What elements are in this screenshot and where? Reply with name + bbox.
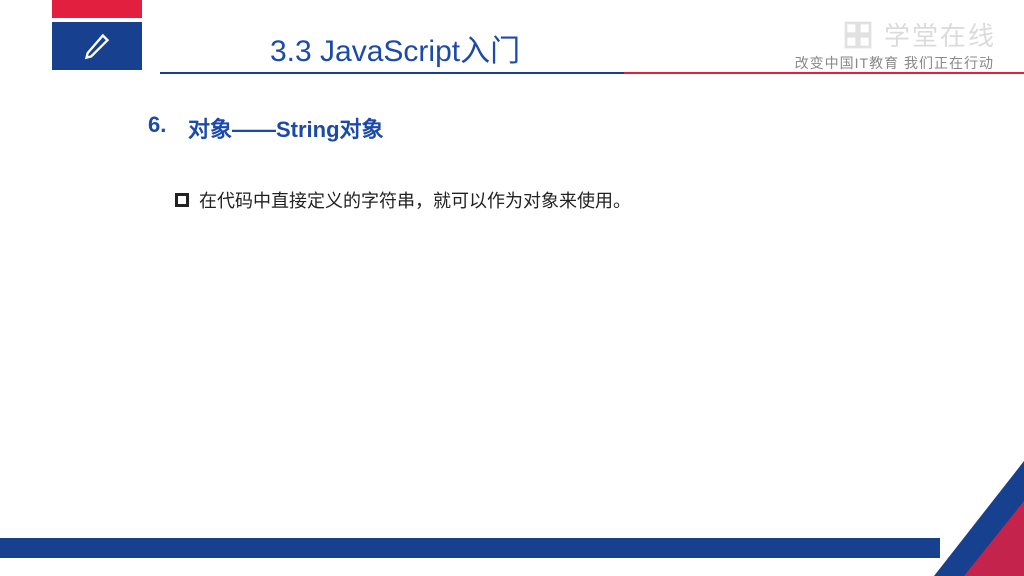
watermark-text: 学堂在线 xyxy=(884,16,996,53)
bullet-row: 在代码中直接定义的字符串，就可以作为对象来使用。 xyxy=(175,187,631,213)
watermark: 学堂在线 xyxy=(842,16,996,53)
page-title: 3.3 JavaScript入门 xyxy=(270,26,520,70)
decor-triangle-pink xyxy=(964,501,1024,576)
bullet-text: 在代码中直接定义的字符串，就可以作为对象来使用。 xyxy=(199,187,631,213)
decor-red-block xyxy=(52,0,142,18)
pencil-icon xyxy=(83,32,111,60)
watermark-icon xyxy=(842,19,874,51)
footer-bar xyxy=(0,538,940,558)
section-title: 对象——String对象 xyxy=(188,112,384,144)
pencil-tab xyxy=(52,22,142,70)
header-underline-red xyxy=(624,72,1024,74)
tagline: 改变中国IT教育 我们正在行动 xyxy=(795,53,994,73)
section-number: 6. xyxy=(148,112,166,138)
bullet-square-icon xyxy=(175,193,189,207)
